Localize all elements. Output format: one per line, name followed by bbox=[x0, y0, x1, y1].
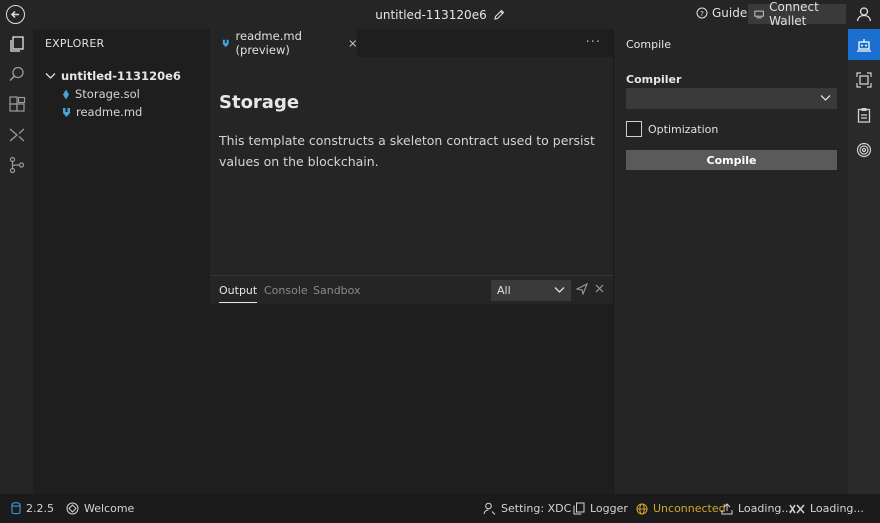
connection-label: Unconnected bbox=[653, 502, 726, 515]
tab-label: readme.md (preview) bbox=[235, 29, 302, 57]
filter-value: All bbox=[497, 284, 511, 297]
upload-icon bbox=[721, 502, 733, 514]
globe-icon bbox=[636, 503, 648, 514]
file-item-readme[interactable]: readme.md bbox=[62, 105, 142, 119]
setting-label: Setting: XDC bbox=[501, 502, 572, 515]
compile-button[interactable]: Compile bbox=[626, 150, 837, 170]
clear-output-icon[interactable] bbox=[576, 283, 588, 295]
pencil-icon[interactable] bbox=[493, 9, 505, 21]
optimization-label: Optimization bbox=[648, 123, 719, 136]
chevron-down-icon bbox=[820, 95, 831, 101]
output-filter-select[interactable]: All bbox=[491, 280, 571, 301]
close-icon[interactable] bbox=[349, 39, 357, 48]
explorer-icon[interactable] bbox=[0, 29, 33, 59]
loading-label-2: Loading... bbox=[810, 502, 864, 515]
deploy-icon[interactable] bbox=[848, 64, 880, 95]
split-icon[interactable] bbox=[0, 120, 33, 150]
setting-item[interactable]: Setting: XDC bbox=[483, 494, 571, 523]
explorer-title: EXPLORER bbox=[45, 37, 105, 50]
output-panel: Output Console Sandbox All bbox=[210, 275, 613, 494]
connect-wallet-label: Connect Wallet bbox=[769, 0, 819, 28]
close-icon[interactable] bbox=[595, 284, 604, 293]
root-folder-label: untitled-113120e6 bbox=[61, 69, 181, 83]
tab-sandbox[interactable]: Sandbox bbox=[313, 284, 361, 297]
panel-tabs: Output Console Sandbox All bbox=[210, 276, 613, 304]
wallet-icon bbox=[754, 10, 764, 18]
guide-label: Guide bbox=[712, 6, 748, 20]
search-icon[interactable] bbox=[0, 59, 33, 89]
back-arrow-icon[interactable] bbox=[6, 5, 25, 24]
file-label: Storage.sol bbox=[75, 87, 140, 101]
editor-area: readme.md (preview) ··· Storage This tem… bbox=[210, 29, 613, 275]
connection-status[interactable]: Unconnected bbox=[636, 494, 726, 523]
version-label: 2.2.5 bbox=[26, 502, 54, 515]
project-title[interactable]: untitled-113120e6 bbox=[375, 8, 486, 22]
optimization-checkbox[interactable] bbox=[626, 121, 642, 137]
guide-button[interactable]: ? Guide bbox=[696, 6, 747, 20]
loading-item-2[interactable]: Loading... bbox=[789, 494, 864, 523]
preview-heading: Storage bbox=[219, 92, 300, 113]
tab-bar: readme.md (preview) ··· bbox=[210, 29, 613, 57]
logger-item[interactable]: Logger bbox=[573, 494, 628, 523]
preview-paragraph: This template constructs a skeleton cont… bbox=[219, 133, 595, 169]
welcome-icon bbox=[66, 502, 79, 515]
compile-panel-title: Compile bbox=[626, 38, 671, 51]
version-item[interactable]: 2.2.5 bbox=[11, 494, 54, 523]
tree-root-folder[interactable]: untitled-113120e6 bbox=[45, 69, 181, 83]
svg-text:?: ? bbox=[700, 10, 704, 18]
file-item-storage[interactable]: Storage.sol bbox=[62, 87, 140, 101]
explorer-panel: EXPLORER untitled-113120e6 Storage.sol r… bbox=[33, 29, 210, 494]
markdown-icon bbox=[63, 107, 70, 117]
welcome-label: Welcome bbox=[84, 502, 135, 515]
connect-wallet-button[interactable]: Connect Wallet bbox=[748, 0, 846, 28]
database-icon bbox=[11, 502, 21, 515]
more-actions-icon[interactable]: ··· bbox=[586, 35, 601, 50]
tab-console[interactable]: Console bbox=[264, 284, 308, 297]
compile-panel: Compile Compiler Optimization Compile bbox=[613, 29, 848, 494]
file-label: readme.md bbox=[76, 105, 143, 119]
tab-output[interactable]: Output bbox=[219, 284, 258, 303]
welcome-item[interactable]: Welcome bbox=[66, 494, 134, 523]
activity-bar bbox=[0, 29, 33, 494]
markdown-icon bbox=[222, 39, 229, 47]
user-icon[interactable] bbox=[852, 3, 875, 25]
loading-item-1[interactable]: Loading... bbox=[721, 494, 792, 523]
chevron-down-icon bbox=[554, 287, 565, 293]
loading-label-1: Loading... bbox=[738, 502, 792, 515]
title-bar: untitled-113120e6 ? Guide Connect Wallet bbox=[0, 0, 880, 29]
user-gear-icon bbox=[483, 502, 496, 515]
right-activity-bar bbox=[848, 29, 880, 494]
logger-label: Logger bbox=[590, 502, 628, 515]
xdc-icon bbox=[789, 504, 805, 513]
copy-icon bbox=[573, 502, 585, 515]
fingerprint-icon[interactable] bbox=[848, 134, 880, 165]
compiler-select[interactable] bbox=[626, 88, 837, 109]
source-control-icon[interactable] bbox=[0, 150, 33, 180]
chevron-down-icon bbox=[45, 73, 56, 79]
clipboard-icon[interactable] bbox=[848, 99, 880, 130]
file-icon bbox=[63, 89, 69, 99]
help-icon: ? bbox=[696, 7, 708, 19]
status-bar: 2.2.5 Welcome Setting: XDC Logger Unconn… bbox=[0, 494, 880, 523]
compiler-label: Compiler bbox=[626, 73, 682, 86]
tab-readme-preview[interactable]: readme.md (preview) bbox=[210, 29, 357, 57]
compile-robot-icon[interactable] bbox=[848, 29, 880, 60]
extensions-icon[interactable] bbox=[0, 90, 33, 120]
